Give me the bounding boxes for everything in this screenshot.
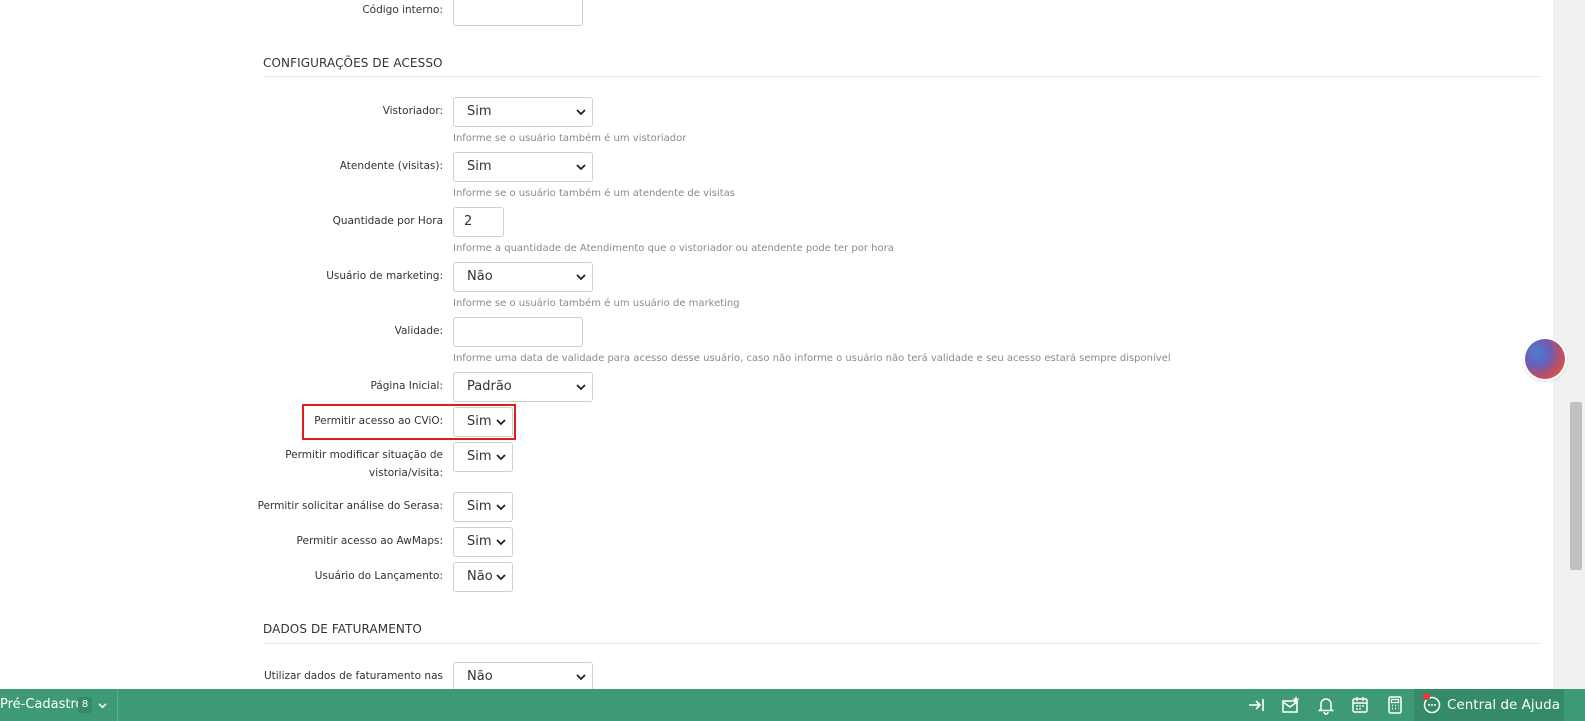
central-ajuda-label: Central de Ajuda xyxy=(1447,697,1560,713)
faturamento-select[interactable]: Não xyxy=(453,662,593,689)
atendente-help: Informe se o usuário também é um atenden… xyxy=(453,188,736,199)
validade-help: Informe uma data de validade para acesso… xyxy=(453,353,1171,364)
pagina-inicial-select[interactable]: Padrão xyxy=(453,372,593,402)
pre-cadastro-label[interactable]: Pré-Cadastro xyxy=(0,689,84,721)
marketing-help: Informe se o usuário também é um usuário… xyxy=(453,298,740,309)
validade-input[interactable] xyxy=(453,317,583,347)
chevron-down-icon xyxy=(496,539,506,546)
bell-icon[interactable] xyxy=(1316,695,1336,715)
cvio-value: Sim xyxy=(467,414,492,429)
vistoriador-select[interactable]: Sim xyxy=(453,97,593,127)
atendente-label: Atendente (visitas): xyxy=(339,160,443,172)
calculator-icon[interactable] xyxy=(1385,695,1405,715)
mail-star-icon[interactable] xyxy=(1281,695,1301,715)
vistoriador-help: Informe se o usuário também é um vistori… xyxy=(453,133,687,144)
collapse-arrow-icon[interactable] xyxy=(1247,695,1267,715)
lancamento-value: Não xyxy=(467,569,493,584)
chevron-down-icon xyxy=(496,504,506,511)
pagina-inicial-label: Página Inicial: xyxy=(370,380,443,392)
chevron-down-icon xyxy=(576,384,586,391)
notification-dot xyxy=(1423,693,1430,700)
marketing-select[interactable]: Não xyxy=(453,262,593,292)
chevron-down-icon xyxy=(576,674,586,681)
quantidade-label: Quantidade por Hora xyxy=(332,215,443,227)
vistoriador-label: Vistoriador: xyxy=(382,105,443,117)
cvio-select[interactable]: Sim xyxy=(453,407,513,437)
quantidade-help: Informe a quantidade de Atendimento que … xyxy=(453,243,894,254)
marketing-label: Usuário de marketing: xyxy=(326,270,443,282)
section-title-faturamento: DADOS DE FATURAMENTO xyxy=(263,622,422,636)
awmaps-value: Sim xyxy=(467,534,492,549)
atendente-value: Sim xyxy=(467,159,492,174)
chevron-down-icon xyxy=(576,274,586,281)
validade-label: Validade: xyxy=(394,325,443,337)
bottom-bar: Pré-Cadastro 8 Central de Ajuda xyxy=(0,689,1585,721)
chevron-down-icon[interactable] xyxy=(98,701,107,710)
modificar-value: Sim xyxy=(467,449,492,464)
serasa-label: Permitir solicitar análise do Serasa: xyxy=(257,500,443,512)
vistoriador-value: Sim xyxy=(467,104,492,119)
quantidade-input[interactable]: 2 xyxy=(453,207,504,237)
form-page: Código interno: CONFIGURAÇÕES DE ACESSO … xyxy=(0,0,1553,689)
floating-avatar[interactable] xyxy=(1525,339,1565,379)
awmaps-select[interactable]: Sim xyxy=(453,527,513,557)
pagina-inicial-value: Padrão xyxy=(467,379,512,394)
section-title-acesso: CONFIGURAÇÕES DE ACESSO xyxy=(263,56,443,70)
scrollbar-thumb[interactable] xyxy=(1570,402,1582,570)
pre-cadastro-count: 8 xyxy=(78,697,92,713)
modificar-label-line2: vistoria/visita: xyxy=(369,467,443,479)
awmaps-label: Permitir acesso ao AwMaps: xyxy=(296,535,443,547)
codigo-interno-input[interactable] xyxy=(453,0,583,26)
section-divider xyxy=(263,643,1540,644)
bottom-bar-divider xyxy=(117,689,118,721)
chevron-down-icon xyxy=(576,109,586,116)
serasa-select[interactable]: Sim xyxy=(453,492,513,522)
faturamento-label: Utilizar dados de faturamento nas xyxy=(263,670,443,682)
central-ajuda-button[interactable]: Central de Ajuda xyxy=(1414,689,1564,721)
serasa-value: Sim xyxy=(467,499,492,514)
codigo-interno-label: Código interno: xyxy=(362,4,443,16)
chevron-down-icon xyxy=(576,164,586,171)
modificar-label-line1: Permitir modificar situação de xyxy=(285,449,443,461)
chevron-down-icon xyxy=(496,454,506,461)
atendente-select[interactable]: Sim xyxy=(453,152,593,182)
calendar-icon[interactable] xyxy=(1350,695,1370,715)
marketing-value: Não xyxy=(467,269,493,284)
cvio-label: Permitir acesso ao CViO: xyxy=(314,415,443,427)
lancamento-label: Usuário do Lançamento: xyxy=(314,570,443,582)
section-divider xyxy=(263,76,1540,77)
chevron-down-icon xyxy=(496,419,506,426)
chevron-down-icon xyxy=(496,574,506,581)
modificar-select[interactable]: Sim xyxy=(453,442,513,472)
faturamento-value: Não xyxy=(467,669,493,684)
lancamento-select[interactable]: Não xyxy=(453,562,513,592)
